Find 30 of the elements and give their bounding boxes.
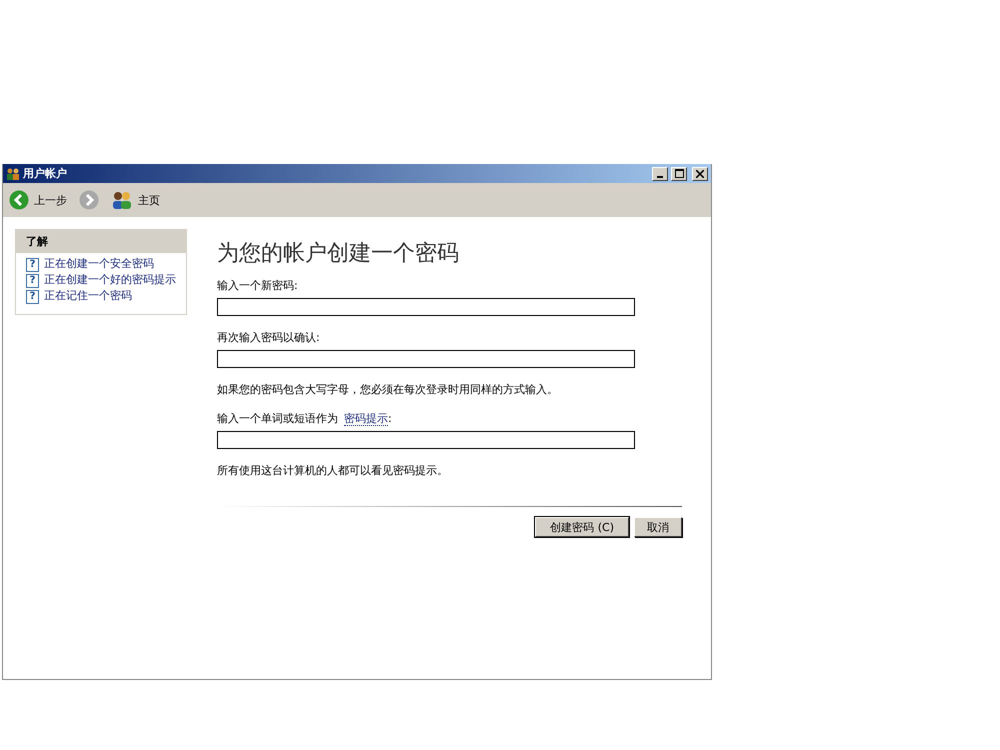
field-label: 输入一个单词或短语作为 密码提示: [217,411,393,426]
field-label: 再次输入密码以确认: [217,330,321,345]
users-icon [111,190,133,210]
help-icon: ? [26,258,39,272]
window-title: 用户帐户 [23,166,67,181]
sidebar-title: 了解 [16,230,186,253]
maximize-button[interactable] [671,166,687,180]
close-icon [696,170,704,178]
note-text: 如果您的密码包含大写字母，您必须在每次登录时用同样的方式输入。 [217,382,559,397]
cancel-button[interactable]: 取消 [634,517,682,537]
maximize-icon [674,169,684,178]
create-button[interactable]: 创建密码 (C) [535,517,629,537]
field-label: 输入一个新密码: [217,278,299,293]
hint-link[interactable]: 密码提示 [344,412,388,426]
help-icon: ? [26,274,39,288]
input-field[interactable] [217,350,635,368]
users-icon [6,168,20,180]
page-heading: 为您的帐户创建一个密码 [217,240,460,268]
sidebar-link[interactable]: 正在创建一个安全密码 [44,258,154,270]
sidebar-link[interactable]: 正在创建一个好的密码提示 [44,274,176,286]
back-button[interactable]: 上一步 [9,190,67,210]
input-field[interactable] [217,431,635,449]
sidebar-link[interactable]: 正在记住一个密码 [44,290,132,302]
input-field[interactable] [217,298,635,316]
minimize-icon [657,176,663,178]
note-text: 所有使用这台计算机的人都可以看见密码提示。 [217,463,449,478]
help-icon: ? [26,290,39,304]
close-button[interactable] [692,166,708,180]
minimize-button[interactable] [652,166,668,180]
home-button[interactable]: 主页 [111,190,160,210]
